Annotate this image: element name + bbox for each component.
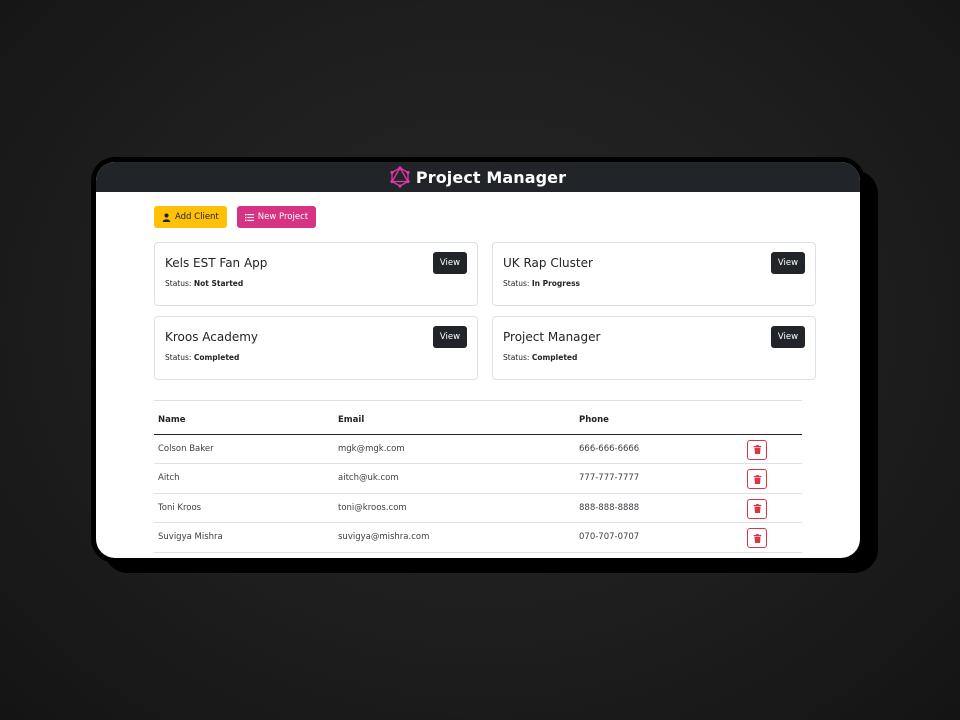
table-row: Suvigya Mishra suvigya@mishra.com 070-70… (154, 522, 802, 553)
add-client-button[interactable]: Add Client (154, 206, 227, 228)
client-phone: 888-888-8888 (575, 493, 743, 523)
client-email: suvigya@mishra.com (334, 522, 575, 553)
list-icon (244, 213, 254, 222)
trash-icon (753, 504, 762, 514)
view-project-button[interactable]: View (771, 326, 805, 348)
project-card: Kels EST Fan App Status: Not Started Vie… (154, 242, 478, 306)
view-project-button[interactable]: View (771, 252, 805, 274)
project-status: Status: Not Started (165, 279, 467, 288)
table-row: Colson Baker mgk@mgk.com 666-666-6666 (154, 434, 802, 464)
client-email: toni@kroos.com (334, 493, 575, 523)
table-header-row: Name Email Phone (154, 406, 802, 435)
delete-client-button[interactable] (747, 498, 767, 519)
client-phone: 666-666-6666 (575, 434, 743, 464)
status-label: Status: (503, 353, 530, 362)
client-name: Colson Baker (154, 434, 334, 464)
user-icon (162, 212, 171, 222)
status-label: Status: (165, 353, 192, 362)
project-card: Project Manager Status: Completed View (492, 316, 816, 380)
client-name: Suvigya Mishra (154, 522, 334, 553)
delete-client-button[interactable] (747, 439, 767, 460)
project-name: Project Manager (503, 330, 601, 344)
column-header-phone: Phone (575, 406, 743, 435)
view-project-button[interactable]: View (433, 326, 467, 348)
delete-client-button[interactable] (747, 469, 767, 490)
client-actions (743, 463, 802, 494)
delete-client-button[interactable] (747, 528, 767, 549)
project-status: Status: In Progress (503, 279, 805, 288)
column-header-email: Email (334, 406, 575, 435)
project-status: Status: Completed (165, 353, 467, 362)
section-divider (154, 400, 802, 401)
device-frame: Project Manager Add Client New Project K… (91, 157, 865, 563)
new-project-button[interactable]: New Project (236, 206, 317, 228)
client-phone: 070-707-0707 (575, 522, 743, 553)
app-screen: Project Manager Add Client New Project K… (96, 162, 860, 558)
new-project-label: New Project (257, 212, 309, 222)
navbar: Project Manager (96, 162, 860, 192)
client-actions (743, 434, 802, 464)
main-content: Add Client New Project Kels EST Fan App … (96, 192, 860, 553)
project-card: UK Rap Cluster Status: In Progress View (492, 242, 816, 306)
client-name: Aitch (154, 463, 334, 494)
status-value: Completed (531, 353, 578, 362)
client-email: aitch@uk.com (334, 463, 575, 494)
app-title: Project Manager (415, 167, 567, 187)
status-label: Status: (165, 279, 192, 288)
status-value: In Progress (531, 279, 580, 288)
project-cards: Kels EST Fan App Status: Not Started Vie… (154, 242, 816, 380)
view-project-button[interactable]: View (433, 252, 467, 274)
graphql-logo-icon (390, 166, 410, 188)
status-value: Completed (193, 353, 240, 362)
column-header-name: Name (154, 406, 334, 435)
client-actions (743, 522, 802, 553)
project-status: Status: Completed (503, 353, 805, 362)
project-name: Kels EST Fan App (165, 256, 268, 270)
toolbar: Add Client New Project (154, 192, 802, 242)
trash-icon (753, 533, 762, 543)
project-name: UK Rap Cluster (503, 256, 593, 270)
trash-icon (753, 474, 762, 484)
project-name: Kroos Academy (165, 330, 259, 344)
table-row: Toni Kroos toni@kroos.com 888-888-8888 (154, 493, 802, 523)
client-email: mgk@mgk.com (334, 434, 575, 464)
add-client-label: Add Client (175, 212, 219, 222)
status-label: Status: (503, 279, 530, 288)
project-card: Kroos Academy Status: Completed View (154, 316, 478, 380)
clients-table: Name Email Phone Colson Baker mgk@mgk.co… (154, 406, 802, 553)
status-value: Not Started (193, 279, 244, 288)
client-actions (743, 493, 802, 523)
client-phone: 777-777-7777 (575, 463, 743, 494)
trash-icon (753, 445, 762, 455)
table-row: Aitch aitch@uk.com 777-777-7777 (154, 463, 802, 494)
client-name: Toni Kroos (154, 493, 334, 523)
column-header-actions (743, 406, 802, 435)
